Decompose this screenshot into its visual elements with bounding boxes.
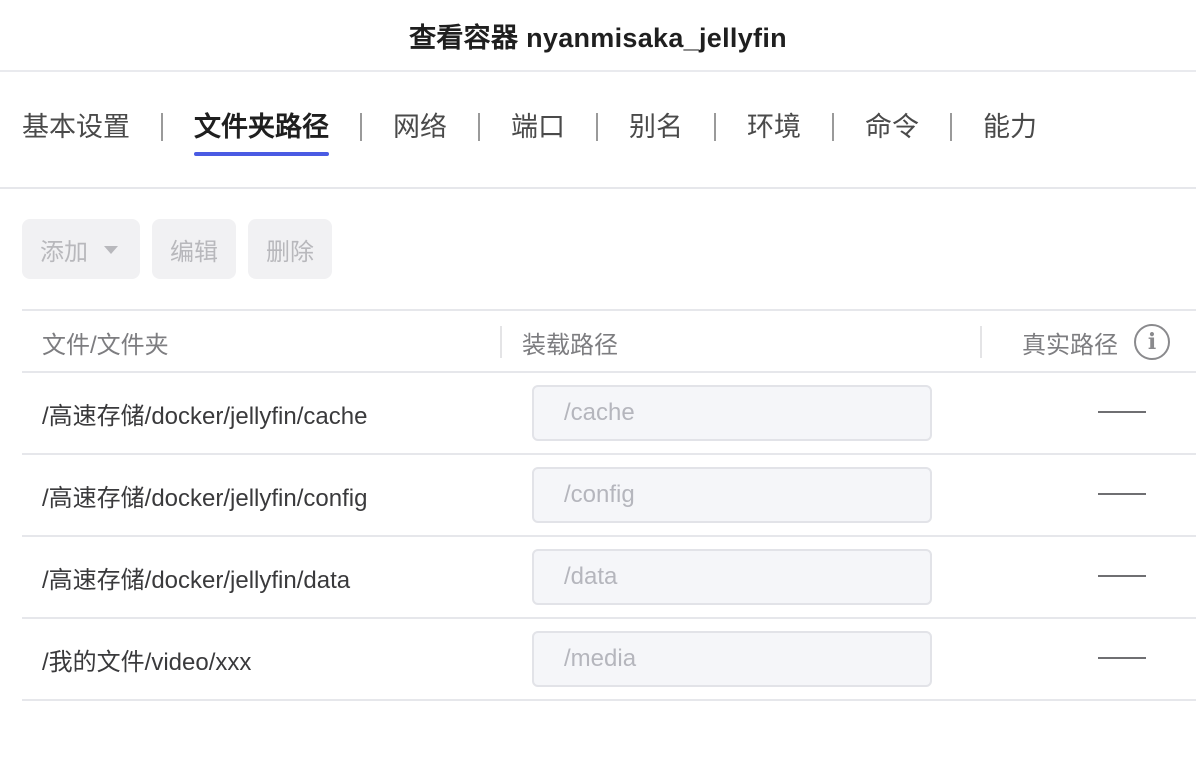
tab-separator (596, 113, 598, 141)
edit-button[interactable]: 编辑 (152, 219, 236, 279)
file-path-cell: /高速存储/docker/jellyfin/data (42, 566, 351, 594)
add-button-label: 添加 (40, 238, 88, 266)
tab-separator (478, 113, 480, 141)
tab-command[interactable]: 命令 (865, 100, 919, 158)
tab-separator (950, 113, 952, 141)
table-row: /我的文件/video/xxx (22, 619, 1196, 701)
real-path-empty-dash (1098, 411, 1146, 413)
tab-port[interactable]: 端口 (511, 100, 565, 158)
table-row: /高速存储/docker/jellyfin/cache (22, 373, 1196, 455)
tab-alias[interactable]: 别名 (629, 100, 683, 158)
tab-separator (714, 113, 716, 141)
real-path-empty-dash (1098, 493, 1146, 495)
real-path-empty-dash (1098, 575, 1146, 577)
column-header-real-label: 真实路径 (1022, 331, 1118, 359)
tab-separator (360, 113, 362, 141)
tab-network[interactable]: 网络 (393, 100, 447, 158)
file-path-cell: /我的文件/video/xxx (42, 648, 252, 676)
tab-environment[interactable]: 环境 (747, 100, 801, 158)
real-path-empty-dash (1098, 657, 1146, 659)
file-path-cell: /高速存储/docker/jellyfin/cache (42, 402, 368, 430)
tabs-divider (0, 187, 1196, 189)
dialog-title-bar: 查看容器 nyanmisaka_jellyfin (0, 0, 1196, 72)
table-header: 文件/文件夹 装载路径 真实路径 i (22, 309, 1196, 373)
mount-path-input[interactable] (532, 631, 932, 687)
toolbar: 添加 编辑 删除 (22, 219, 332, 279)
tab-capabilities[interactable]: 能力 (983, 100, 1037, 158)
tab-folder-path[interactable]: 文件夹路径 (194, 100, 329, 158)
tab-bar: 基本设置 文件夹路径 网络 端口 别名 环境 命令 能力 (22, 100, 1037, 160)
delete-button[interactable]: 删除 (248, 219, 332, 279)
tab-separator (832, 113, 834, 141)
column-divider (980, 326, 982, 358)
mount-path-input[interactable] (532, 549, 932, 605)
info-icon[interactable]: i (1134, 324, 1170, 360)
folder-path-table: 文件/文件夹 装载路径 真实路径 i /高速存储/docker/jellyfin… (22, 309, 1196, 701)
caret-down-icon (104, 246, 118, 254)
column-header-real-path: 真实路径 i (1022, 311, 1170, 373)
column-header-file: 文件/文件夹 (42, 331, 169, 359)
column-divider (500, 326, 502, 358)
mount-path-input[interactable] (532, 467, 932, 523)
column-header-mount: 装载路径 (522, 331, 618, 359)
table-row: /高速存储/docker/jellyfin/config (22, 455, 1196, 537)
mount-path-input[interactable] (532, 385, 932, 441)
dialog-title: 查看容器 nyanmisaka_jellyfin (409, 22, 787, 53)
add-button[interactable]: 添加 (22, 219, 140, 279)
tab-basic-settings[interactable]: 基本设置 (22, 100, 130, 158)
tab-separator (161, 113, 163, 141)
file-path-cell: /高速存储/docker/jellyfin/config (42, 484, 368, 512)
table-row: /高速存储/docker/jellyfin/data (22, 537, 1196, 619)
